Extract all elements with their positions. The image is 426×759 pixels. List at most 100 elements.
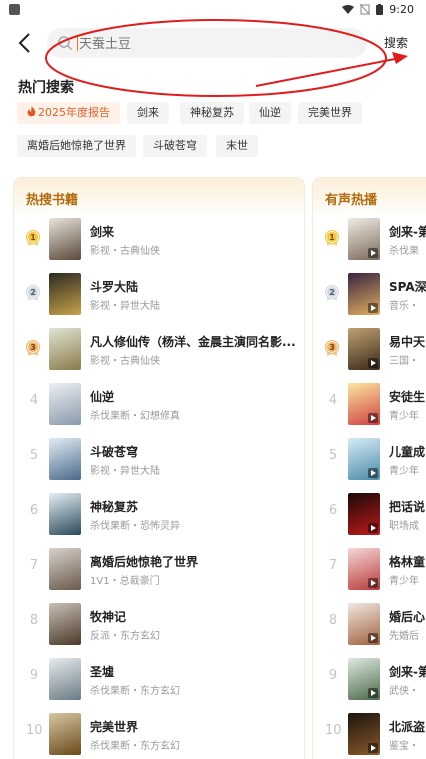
svg-text:2: 2 <box>329 288 335 297</box>
play-icon <box>368 248 378 258</box>
svg-text:1: 1 <box>329 233 335 242</box>
search-button[interactable]: 搜索 <box>384 34 408 51</box>
rank-number: 7 <box>29 558 39 573</box>
rank-number: 5 <box>29 448 39 463</box>
book-cover <box>49 273 81 315</box>
fire-icon <box>27 106 36 117</box>
tag-item[interactable]: 末世 <box>216 135 258 157</box>
svg-text:1: 1 <box>30 233 36 242</box>
book-cover <box>49 658 81 700</box>
book-item[interactable]: 4 仙逆 杀伐果断・幻想修真 <box>14 383 304 438</box>
book-item[interactable]: 8 牧神记 反派・东方玄幻 <box>14 603 304 658</box>
audio-cover <box>348 383 380 425</box>
tag-item[interactable]: 完美世界 <box>298 102 362 124</box>
book-item[interactable]: 9 圣墟 杀伐果断・东方玄幻 <box>14 658 304 713</box>
book-subtitle: 影视・古典仙侠 <box>90 246 160 257</box>
tag-item[interactable]: 离婚后她惊艳了世界 <box>17 135 136 157</box>
book-item[interactable]: 5 斗破苍穹影视・异世大陆 <box>14 438 304 493</box>
audio-item[interactable]: 2 SPA深音乐・ <box>313 273 426 328</box>
book-item[interactable]: 6 神秘复苏 杀伐果断・恐怖灵异 <box>14 493 304 548</box>
audio-item[interactable]: 4 安徒生 青少年 <box>313 383 426 438</box>
audio-title: 儿童成 <box>389 445 426 459</box>
tag-item[interactable]: 神秘复苏 <box>180 102 244 124</box>
audio-subtitle: 杀伐果 <box>389 246 419 257</box>
audio-title: SPA深 <box>389 280 426 294</box>
audio-subtitle: 三国・ <box>389 356 419 367</box>
book-item[interactable]: 2 斗罗大陆影视・异世大陆 <box>14 273 304 328</box>
audio-cover <box>348 218 380 260</box>
book-title: 斗罗大陆 <box>90 280 139 294</box>
audio-cover <box>348 273 380 315</box>
audio-cover <box>348 548 380 590</box>
audio-item[interactable]: 7 格林童 青少年 <box>313 548 426 603</box>
rank-medal-icon: 2 <box>25 284 41 302</box>
audio-item[interactable]: 10 北派盗 鉴宝・ <box>313 713 426 759</box>
no-sim-icon <box>360 4 371 15</box>
rank-medal-icon: 1 <box>324 229 340 247</box>
audio-item[interactable]: 6 把话说 职场成 <box>313 493 426 548</box>
book-subtitle: 杀伐果断・东方玄幻 <box>90 686 180 697</box>
book-item[interactable]: 1 剑来影视・古典仙侠 <box>14 218 304 273</box>
tag-item[interactable]: 斗破苍穹 <box>143 135 207 157</box>
tag-item[interactable]: 剑来 <box>127 102 169 124</box>
book-cover <box>49 218 81 260</box>
audio-subtitle: 青少年 <box>389 411 419 422</box>
book-subtitle: 影视・异世大陆 <box>90 301 160 312</box>
audio-title: 北派盗 <box>389 720 426 734</box>
rank-number: 6 <box>328 503 338 518</box>
audio-subtitle: 青少年 <box>389 576 419 587</box>
hot-books-panel: 热搜书籍 1 剑来 影视・古典仙侠 2 斗罗大陆 影视・异世大陆 3 凡人修仙传（杨洋、金晨主… <box>14 178 304 759</box>
rank-number: 4 <box>328 393 338 408</box>
back-arrow-icon[interactable] <box>14 30 36 56</box>
book-cover <box>49 328 81 370</box>
audio-item[interactable]: 8 婚后心 先婚后 <box>313 603 426 658</box>
audio-item[interactable]: 9 剑来-第 武侠・ <box>313 658 426 713</box>
audio-title: 易中天 <box>389 335 426 349</box>
tag-item[interactable]: 仙逆 <box>249 102 291 124</box>
rank-number: 4 <box>29 393 39 408</box>
search-bar: 搜索 <box>0 24 426 64</box>
book-subtitle: 杀伐果断・东方玄幻 <box>90 741 180 752</box>
audio-subtitle: 音乐・ <box>389 301 419 312</box>
hot-search-title: 热门搜索 <box>18 80 74 96</box>
play-icon <box>368 578 378 588</box>
clock: 9:20 <box>389 3 414 16</box>
book-title: 圣墟 <box>90 665 115 679</box>
status-bar: 9:20 <box>0 0 426 22</box>
book-title: 斗破苍穹 <box>90 445 139 459</box>
book-item[interactable]: 3 凡人修仙传（杨洋、金晨主演同名影... 影视・古典仙侠 <box>14 328 304 383</box>
audio-hot-title: 有声热播 <box>325 193 378 208</box>
rank-medal-icon: 1 <box>25 229 41 247</box>
book-cover <box>49 713 81 755</box>
wifi-icon <box>342 4 355 14</box>
svg-text:3: 3 <box>329 343 335 352</box>
book-subtitle: 杀伐果断・恐怖灵异 <box>90 521 180 532</box>
play-icon <box>368 468 378 478</box>
battery-icon <box>376 4 384 15</box>
svg-text:3: 3 <box>30 343 36 352</box>
play-icon <box>368 633 378 643</box>
notification-icon <box>9 4 20 15</box>
search-input[interactable] <box>77 31 351 57</box>
audio-item[interactable]: 3 易中天三国・ <box>313 328 426 383</box>
audio-cover <box>348 713 380 755</box>
book-subtitle: 影视・异世大陆 <box>90 466 160 477</box>
audio-item[interactable]: 1 剑来-第 杀伐果 <box>313 218 426 273</box>
book-title: 剑来 <box>90 225 115 239</box>
audio-title: 格林童 <box>389 555 426 569</box>
book-title: 离婚后她惊艳了世界 <box>90 555 199 569</box>
tag-annual-report[interactable]: 2025年度报告 <box>17 102 120 124</box>
audio-cover <box>348 603 380 645</box>
search-field[interactable] <box>47 28 367 58</box>
audio-hot-panel: 有声热播 1 剑来-第 杀伐果 2 SPA深音乐・ 3 易中天三国・ 4 安徒生 青少年 5 儿童成青… <box>313 178 426 759</box>
book-item[interactable]: 10 完美世界 杀伐果断・东方玄幻 <box>14 713 304 759</box>
book-title: 完美世界 <box>90 720 139 734</box>
book-item[interactable]: 7 离婚后她惊艳了世界 1V1・总裁豪门 <box>14 548 304 603</box>
play-icon <box>368 743 378 753</box>
audio-subtitle: 先婚后 <box>389 631 419 642</box>
rank-medal-icon: 2 <box>324 284 340 302</box>
book-subtitle: 杀伐果断・幻想修真 <box>90 411 180 422</box>
audio-item[interactable]: 5 儿童成 青少年 <box>313 438 426 493</box>
audio-title: 婚后心 <box>389 610 426 624</box>
book-subtitle: 反派・东方玄幻 <box>90 631 160 642</box>
